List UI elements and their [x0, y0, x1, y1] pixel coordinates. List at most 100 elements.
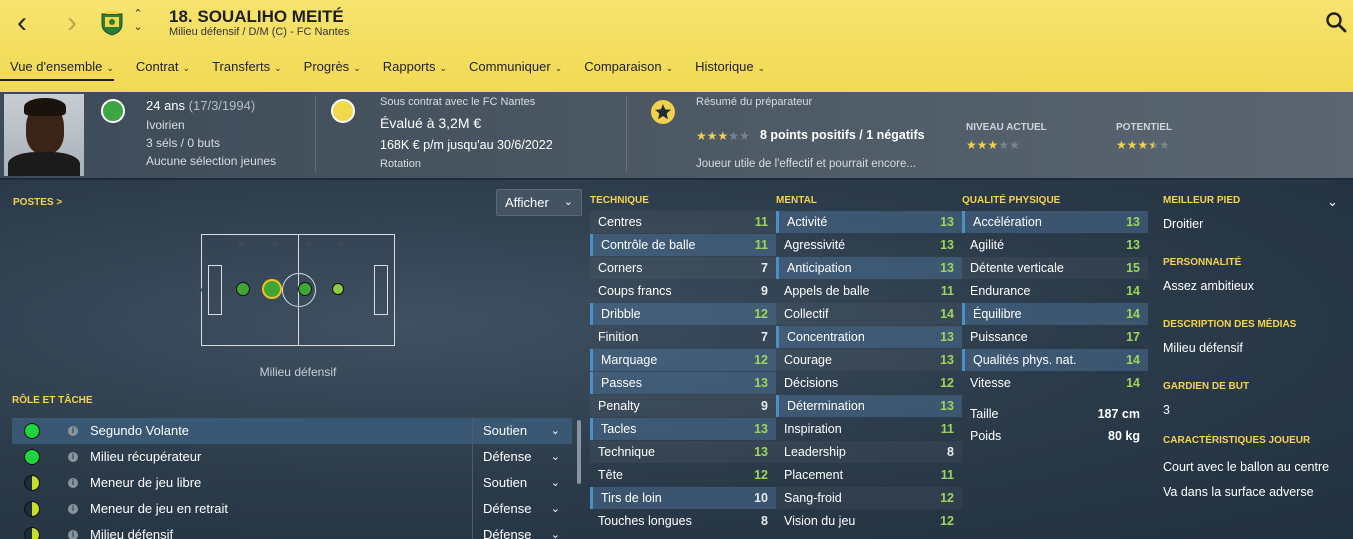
attribute-value: 13 — [940, 353, 954, 367]
attribute-row[interactable]: Accélération 13 — [962, 211, 1148, 233]
attribute-name: Collectif — [784, 307, 829, 321]
show-dropdown-button[interactable]: Afficher ⌄ — [496, 189, 582, 216]
attribute-name: Touches longues — [598, 514, 692, 528]
scout-summary-text[interactable]: Joueur utile de l'effectif et pourrait e… — [696, 158, 916, 170]
attribute-row[interactable]: Touches longues 8 — [590, 510, 776, 532]
attribute-row[interactable]: Contrôle de balle 11 — [590, 234, 776, 256]
attribute-row[interactable]: Collectif 14 — [776, 303, 962, 325]
weight-row: Poids 80 kg — [962, 425, 1148, 447]
forward-arrow-icon[interactable]: › — [60, 8, 84, 38]
role-row-milieu-recuperateur[interactable]: i Milieu récupérateur Défense ⌄ — [12, 444, 572, 470]
attribute-row[interactable]: Équilibre 14 — [962, 303, 1148, 325]
attribute-row[interactable]: Vitesse 14 — [962, 372, 1148, 394]
attribute-value: 13 — [940, 261, 954, 275]
media-description-value: Milieu défensif — [1163, 341, 1243, 355]
tab-contract[interactable]: Contrat ⌄ — [126, 57, 190, 81]
chevron-down-icon: ⌄ — [550, 477, 560, 489]
attribute-name: Puissance — [970, 330, 1028, 344]
media-description-title: DESCRIPTION DES MÉDIAS — [1163, 319, 1297, 330]
attribute-row[interactable]: Placement 11 — [776, 464, 962, 486]
tab-reports[interactable]: Rapports ⌄ — [373, 57, 447, 81]
attribute-row[interactable]: Marquage 12 — [590, 349, 776, 371]
roles-scrollbar[interactable] — [577, 420, 581, 484]
profile-tabs: Vue d'ensemble ⌄ Contrat ⌄ Transferts ⌄ Pro… — [0, 57, 777, 81]
youth-caps: Aucune sélection jeunes — [146, 154, 277, 168]
info-icon[interactable]: i — [68, 504, 78, 514]
role-row-milieu-defensif[interactable]: i Milieu défensif Défense ⌄ — [12, 522, 572, 539]
show-dropdown-label: Afficher — [505, 195, 549, 210]
attribute-row[interactable]: Corners 7 — [590, 257, 776, 279]
info-icon[interactable]: i — [68, 530, 78, 539]
role-row-meneur-retrait[interactable]: i Meneur de jeu en retrait Défense ⌄ — [12, 496, 572, 522]
attribute-row[interactable]: Endurance 14 — [962, 280, 1148, 302]
main-content: POSTES > Afficher ⌄ Milieu défensif RÔLE … — [0, 180, 1353, 539]
attribute-row[interactable]: Qualités phys. nat. 14 — [962, 349, 1148, 371]
attribute-row[interactable]: Finition 7 — [590, 326, 776, 348]
back-arrow-icon[interactable]: ‹ — [10, 8, 34, 38]
attribute-row[interactable]: Appels de balle 11 — [776, 280, 962, 302]
tab-label: Comparaison — [584, 59, 662, 74]
attribute-row[interactable]: Technique 13 — [590, 441, 776, 463]
info-icon[interactable]: i — [68, 478, 78, 488]
attribute-row[interactable]: Centres 11 — [590, 211, 776, 233]
duty-dropdown[interactable]: Soutien ⌄ — [472, 470, 572, 496]
duty-dropdown[interactable]: Défense ⌄ — [472, 444, 572, 470]
duty-dropdown[interactable]: Défense ⌄ — [472, 496, 572, 522]
attribute-value: 13 — [754, 445, 768, 459]
attribute-row[interactable]: Activité 13 — [776, 211, 962, 233]
role-row-segundo-volante[interactable]: i Segundo Volante Soutien ⌄ — [12, 418, 572, 444]
tab-history[interactable]: Historique ⌄ — [685, 57, 765, 81]
attribute-row[interactable]: Anticipation 13 — [776, 257, 962, 279]
attribute-row[interactable]: Inspiration 11 — [776, 418, 962, 440]
tab-transfers[interactable]: Transferts ⌄ — [202, 57, 282, 81]
height-label: Taille — [970, 407, 999, 421]
player-profile-screen: ‹ › ⌃ ⌄ 18. SOUALIHO MEITÉ Milieu défensi… — [0, 0, 1353, 539]
attribute-row[interactable]: Leadership 8 — [776, 441, 962, 463]
attribute-row[interactable]: Puissance 17 — [962, 326, 1148, 348]
attribute-row[interactable]: Penalty 9 — [590, 395, 776, 417]
pitch-position-dot — [306, 241, 312, 247]
attribute-name: Tête — [598, 468, 624, 482]
tab-communicate[interactable]: Communiquer ⌄ — [459, 57, 562, 81]
attribute-row[interactable]: Agressivité 13 — [776, 234, 962, 256]
attribute-row[interactable]: Courage 13 — [776, 349, 962, 371]
role-row-meneur-libre[interactable]: i Meneur de jeu libre Soutien ⌄ — [12, 470, 572, 496]
chevron-down-icon[interactable]: ⌄ — [1327, 194, 1338, 210]
attribute-value: 10 — [754, 491, 768, 505]
attribute-value: 8 — [947, 445, 954, 459]
attribute-row[interactable]: Agilité 13 — [962, 234, 1148, 256]
attribute-row[interactable]: Tacles 13 — [590, 418, 776, 440]
tab-progress[interactable]: Progrès ⌄ — [294, 57, 361, 81]
physical-title: QUALITÉ PHYSIQUE — [962, 195, 1061, 206]
attribute-value: 13 — [940, 238, 954, 252]
attribute-row[interactable]: Passes 13 — [590, 372, 776, 394]
nationality-flag-icon — [101, 99, 125, 123]
attribute-name: Inspiration — [784, 422, 842, 436]
attribute-row[interactable]: Tête 12 — [590, 464, 776, 486]
info-icon[interactable]: i — [68, 452, 78, 462]
attribute-row[interactable]: Détermination 13 — [776, 395, 962, 417]
attribute-row[interactable]: Tirs de loin 10 — [590, 487, 776, 509]
technique-title: TECHNIQUE — [590, 195, 649, 206]
attribute-row[interactable]: Dribble 12 — [590, 303, 776, 325]
duty-dropdown[interactable]: Soutien ⌄ — [472, 418, 572, 444]
duty-dropdown[interactable]: Défense ⌄ — [472, 522, 572, 539]
attribute-row[interactable]: Sang-froid 12 — [776, 487, 962, 509]
contract-club: Sous contrat avec le FC Nantes — [380, 96, 536, 108]
squad-status: Rotation — [380, 158, 421, 170]
attribute-row[interactable]: Vision du jeu 12 — [776, 510, 962, 532]
tab-overview[interactable]: Vue d'ensemble ⌄ — [0, 57, 114, 81]
search-icon[interactable] — [1325, 11, 1347, 33]
chevron-down-icon: ⌄ — [353, 63, 361, 73]
role-name: Meneur de jeu en retrait — [90, 501, 229, 516]
attribute-row[interactable]: Concentration 13 — [776, 326, 962, 348]
player-switch-updown-icon[interactable]: ⌃ ⌄ — [130, 8, 146, 36]
attribute-row[interactable]: Coups francs 9 — [590, 280, 776, 302]
wage-contract: 168K € p/m jusqu'au 30/6/2022 — [380, 138, 553, 152]
attribute-row[interactable]: Détente verticale 15 — [962, 257, 1148, 279]
info-icon[interactable]: i — [68, 426, 78, 436]
pitch-position-dot — [238, 241, 244, 247]
attribute-row[interactable]: Décisions 12 — [776, 372, 962, 394]
tab-comparison[interactable]: Comparaison ⌄ — [574, 57, 673, 81]
positions-title-link[interactable]: POSTES > — [13, 197, 62, 208]
